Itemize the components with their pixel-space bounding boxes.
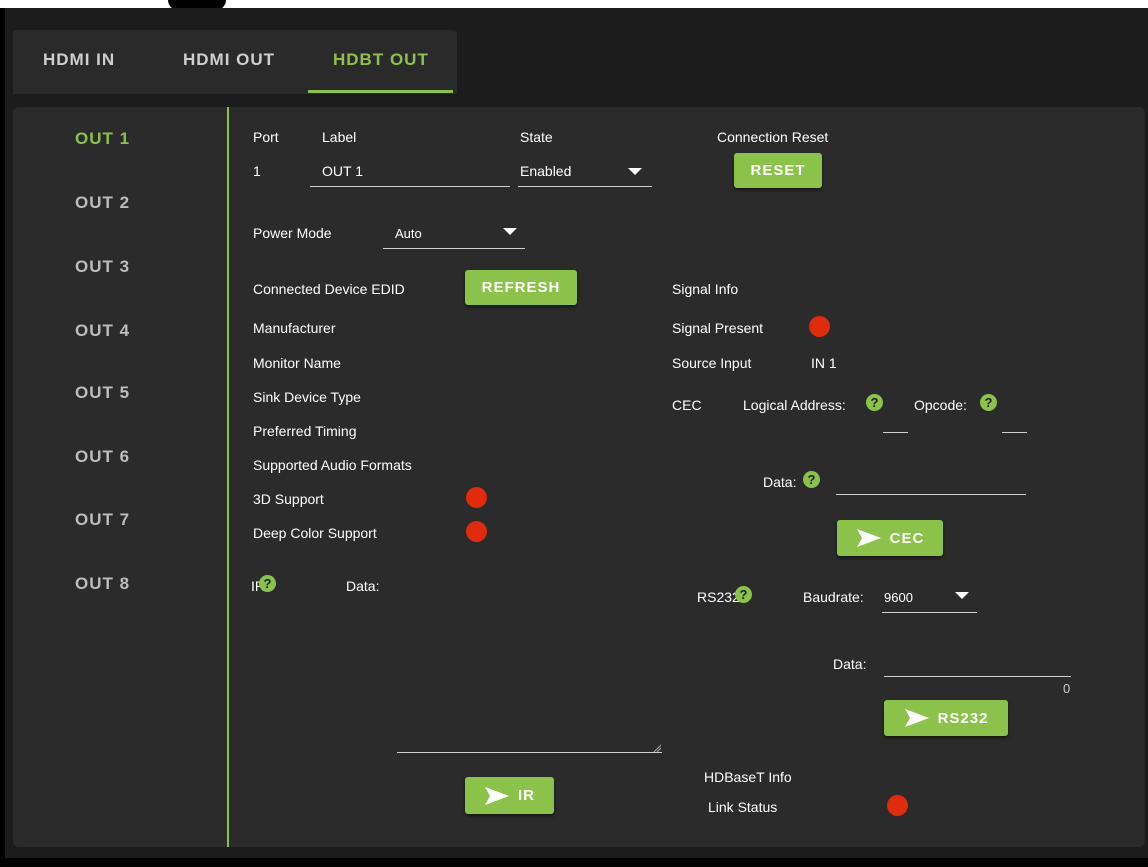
logical-address-help-icon[interactable]: ? [866,394,883,411]
signal-info-title: Signal Info [672,281,739,297]
edid-title: Connected Device EDID [253,281,405,297]
rs232-data-label: Data: [833,656,867,672]
port-header: Port [253,129,279,145]
manufacturer-label: Manufacturer [253,320,336,336]
cec-data-help-icon[interactable]: ? [803,471,820,488]
send-arrow-icon [856,529,881,547]
signal-present-label: Signal Present [672,320,764,336]
source-input-label: Source Input [672,355,752,371]
ir-help-icon[interactable]: ? [259,575,276,592]
content-panel [13,107,1145,847]
cec-data-input[interactable] [836,494,1026,495]
baudrate-select[interactable]: 9600 [884,590,913,605]
power-mode-underline [383,248,525,249]
label-field[interactable]: OUT 1 [322,163,363,179]
ir-send-button-label: IR [518,787,535,804]
3d-support-label: 3D Support [253,491,324,507]
3d-support-status-indicator [466,487,487,508]
sidebar-item-out-5[interactable]: OUT 5 [75,383,130,403]
state-select-underline [518,186,652,187]
state-caret-down-icon[interactable] [628,168,642,175]
ir-data-label: Data: [346,578,380,594]
rs232-char-counter: 0 [1063,681,1071,696]
sidebar-divider [227,107,229,847]
power-mode-label: Power Mode [253,225,332,241]
power-mode-select[interactable]: Auto [395,226,422,241]
sidebar-item-out-2[interactable]: OUT 2 [75,193,130,213]
connection-reset-header: Connection Reset [717,129,829,145]
rs232-label: RS232 [697,589,740,605]
sidebar-item-out-3[interactable]: OUT 3 [75,257,130,277]
opcode-input[interactable] [1002,432,1027,433]
cec-send-button-label: CEC [889,529,925,547]
deep-color-status-indicator [466,521,487,542]
cec-data-label: Data: [763,474,797,490]
reset-button[interactable]: RESET [734,153,822,188]
rs232-data-input[interactable] [884,676,1071,677]
baudrate-caret-down-icon[interactable] [955,592,969,599]
opcode-label: Opcode: [914,397,967,413]
baudrate-underline [882,612,977,613]
tab-bar: HDMI IN HDMI OUT HDBT OUT [13,30,457,94]
state-header: State [520,129,553,145]
sidebar-item-out-4[interactable]: OUT 4 [75,321,130,341]
tab-hdmi-in[interactable]: HDMI IN [43,50,115,70]
sidebar-item-out-1[interactable]: OUT 1 [75,129,130,149]
send-arrow-icon [904,709,929,727]
label-header: Label [322,129,357,145]
rs232-send-button-label: RS232 [937,709,989,727]
ir-send-button[interactable]: IR [465,777,554,814]
cec-label: CEC [672,397,702,413]
ir-data-textarea[interactable] [397,752,662,753]
tab-hdbt-out[interactable]: HDBT OUT [333,50,429,70]
sidebar-item-out-6[interactable]: OUT 6 [75,447,130,467]
port-number: 1 [253,163,261,179]
power-mode-caret-down-icon[interactable] [503,228,517,235]
logical-address-input[interactable] [883,432,908,433]
opcode-help-icon[interactable]: ? [980,394,997,411]
tab-hdmi-out[interactable]: HDMI OUT [183,50,275,70]
preferred-timing-label: Preferred Timing [253,423,357,439]
sidebar-item-out-7[interactable]: OUT 7 [75,510,130,530]
source-input-value: IN 1 [811,355,837,371]
deep-color-label: Deep Color Support [253,525,377,541]
audio-formats-label: Supported Audio Formats [253,457,412,473]
rs232-help-icon[interactable]: ? [735,586,752,603]
hdbaset-info-title: HDBaseT Info [704,769,792,785]
state-select[interactable]: Enabled [520,163,571,179]
rs232-send-button[interactable]: RS232 [884,700,1008,736]
logical-address-label: Logical Address: [743,397,846,413]
resize-grip-icon[interactable] [653,744,661,752]
sink-device-type-label: Sink Device Type [253,389,361,405]
monitor-name-label: Monitor Name [253,355,341,371]
baudrate-label: Baudrate: [803,589,864,605]
active-tab-indicator [308,90,453,93]
link-status-indicator [887,795,908,816]
label-field-underline [310,186,510,187]
refresh-button[interactable]: REFRESH [465,270,577,305]
cec-send-button[interactable]: CEC [837,520,943,556]
signal-present-indicator [809,316,830,337]
send-arrow-icon [485,786,509,805]
sidebar-item-out-8[interactable]: OUT 8 [75,574,130,594]
link-status-label: Link Status [708,799,778,815]
